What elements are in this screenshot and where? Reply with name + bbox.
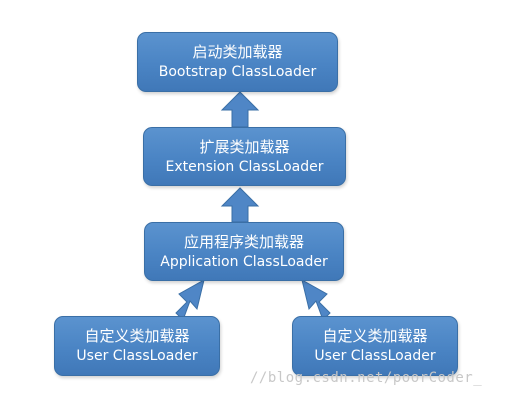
node-application-label-en: Application ClassLoader: [160, 253, 328, 270]
node-user-classloader-right: 自定义类加载器 User ClassLoader: [292, 316, 458, 376]
node-bootstrap-classloader: 启动类加载器 Bootstrap ClassLoader: [137, 32, 338, 92]
node-extension-label-en: Extension ClassLoader: [165, 158, 324, 175]
arrow-userright-to-application: [301, 279, 331, 321]
classloader-hierarchy-diagram: 启动类加载器 Bootstrap ClassLoader 扩展类加载器 Exte…: [0, 0, 524, 402]
watermark-text: //blog.csdn.net/poorCoder_: [250, 370, 483, 386]
arrow-extension-to-bootstrap: [220, 91, 260, 128]
node-user-right-label-cn: 自定义类加载器: [322, 327, 428, 345]
node-user-left-label-en: User ClassLoader: [76, 348, 198, 364]
node-application-label-cn: 应用程序类加载器: [183, 232, 304, 251]
node-extension-classloader: 扩展类加载器 Extension ClassLoader: [143, 127, 346, 186]
arrow-userleft-to-application: [175, 279, 205, 321]
node-bootstrap-label-en: Bootstrap ClassLoader: [158, 64, 317, 80]
node-bootstrap-label-cn: 启动类加载器: [192, 43, 283, 61]
node-user-right-label-en: User ClassLoader: [314, 348, 436, 364]
node-application-classloader: 应用程序类加载器 Application ClassLoader: [144, 222, 344, 281]
node-user-left-label-cn: 自定义类加载器: [84, 327, 190, 345]
arrow-application-to-extension: [220, 187, 260, 223]
node-user-classloader-left: 自定义类加载器 User ClassLoader: [54, 316, 220, 376]
node-extension-label-cn: 扩展类加载器: [199, 137, 290, 156]
